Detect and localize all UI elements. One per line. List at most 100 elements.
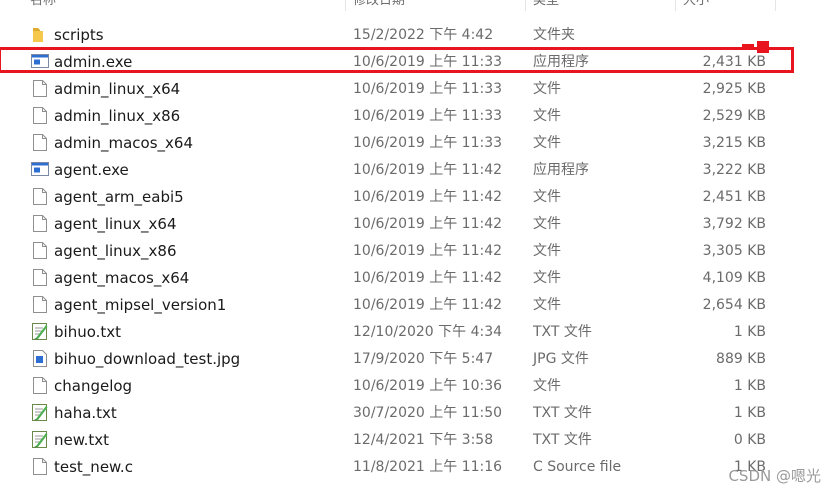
file-type: 文件 <box>533 270 561 286</box>
file-row[interactable]: haha.txt 30/7/2020 上午 11:50 TXT 文件 1 KB <box>0 399 837 426</box>
column-divider[interactable] <box>675 0 676 11</box>
file-modified-date: 10/6/2019 上午 11:33 <box>353 135 503 151</box>
file-name: test_new.c <box>54 458 133 476</box>
file-size: 1 KB <box>733 405 766 421</box>
file-modified-date: 12/4/2021 下午 3:58 <box>353 432 494 448</box>
file-type: 文件 <box>533 216 561 232</box>
file-size: 0 KB <box>733 432 766 448</box>
file-type: 应用程序 <box>533 162 589 178</box>
file-row[interactable]: admin_macos_x64 10/6/2019 上午 11:33 文件 3,215… <box>0 129 837 156</box>
text-file-icon <box>31 403 49 422</box>
column-header-size[interactable]: 大小 <box>683 0 709 8</box>
file-row[interactable]: test_new.c 11/8/2021 上午 11:16 C Source fil… <box>0 453 837 480</box>
file-icon <box>31 214 49 233</box>
file-modified-date: 17/9/2020 下午 5:47 <box>353 351 494 367</box>
file-name: bihuo_download_test.jpg <box>54 350 241 368</box>
file-row[interactable]: admin_linux_x64 10/6/2019 上午 11:33 文件 2,925… <box>0 75 837 102</box>
application-icon <box>31 160 49 179</box>
file-icon <box>31 187 49 206</box>
image-file-icon <box>31 349 49 368</box>
file-modified-date: 10/6/2019 上午 11:33 <box>353 81 503 97</box>
column-divider[interactable] <box>345 0 346 11</box>
file-name: bihuo.txt <box>54 323 122 341</box>
file-size: 1 KB <box>733 378 766 394</box>
folder-icon <box>31 25 49 44</box>
file-row[interactable]: admin_linux_x86 10/6/2019 上午 11:33 文件 2,529… <box>0 102 837 129</box>
file-row[interactable]: agent.exe 10/6/2019 上午 11:42 应用程序 3,222 KB <box>0 156 837 183</box>
file-size: 2,529 KB <box>702 108 766 124</box>
file-icon <box>31 106 49 125</box>
file-size: 4,109 KB <box>702 270 766 286</box>
file-row[interactable]: new.txt 12/4/2021 下午 3:58 TXT 文件 0 KB <box>0 426 837 453</box>
file-row[interactable]: bihuo_download_test.jpg 17/9/2020 下午 5:47… <box>0 345 837 372</box>
file-type: 文件 <box>533 108 561 124</box>
file-name: agent_linux_x64 <box>54 215 177 233</box>
watermark: CSDN @嗯光 <box>728 467 821 485</box>
file-modified-date: 10/6/2019 上午 11:42 <box>353 162 503 178</box>
file-type: 文件 <box>533 243 561 259</box>
file-name: admin_linux_x86 <box>54 107 181 125</box>
highlight-annotation-box <box>0 47 794 73</box>
file-row[interactable]: agent_macos_x64 10/6/2019 上午 11:42 文件 4,109… <box>0 264 837 291</box>
file-modified-date: 10/6/2019 上午 11:42 <box>353 189 503 205</box>
file-type: 文件 <box>533 189 561 205</box>
text-file-icon <box>31 430 49 449</box>
file-type: TXT 文件 <box>533 324 592 340</box>
file-modified-date: 10/6/2019 上午 11:42 <box>353 270 503 286</box>
file-modified-date: 12/10/2020 下午 4:34 <box>353 324 503 340</box>
file-modified-date: 15/2/2022 下午 4:42 <box>353 27 494 43</box>
file-type: 文件 <box>533 135 561 151</box>
file-type: C Source file <box>533 459 622 475</box>
file-modified-date: 10/6/2019 上午 11:42 <box>353 243 503 259</box>
file-name: agent_mipsel_version1 <box>54 296 227 314</box>
column-header: 名称 修改日期 类型 大小 <box>0 0 837 12</box>
column-header-name[interactable]: 名称 <box>30 0 56 8</box>
file-type: 文件夹 <box>533 27 575 43</box>
text-file-icon <box>31 322 49 341</box>
file-size: 3,215 KB <box>702 135 766 151</box>
file-modified-date: 11/8/2021 上午 11:16 <box>353 459 503 475</box>
column-header-date[interactable]: 修改日期 <box>353 0 405 8</box>
file-list: scripts 15/2/2022 下午 4:42 文件夹 admin.exe 10/6… <box>0 21 837 480</box>
file-size: 3,792 KB <box>702 216 766 232</box>
file-modified-date: 30/7/2020 上午 11:50 <box>353 405 503 421</box>
file-size: 1 KB <box>733 324 766 340</box>
column-divider[interactable] <box>775 0 776 11</box>
file-modified-date: 10/6/2019 上午 11:33 <box>353 108 503 124</box>
file-row[interactable]: changelog 10/6/2019 上午 10:36 文件 1 KB <box>0 372 837 399</box>
file-row[interactable]: agent_linux_x64 10/6/2019 上午 11:42 文件 3,792… <box>0 210 837 237</box>
file-icon <box>31 241 49 260</box>
file-name: admin_linux_x64 <box>54 80 181 98</box>
file-row[interactable]: scripts 15/2/2022 下午 4:42 文件夹 <box>0 21 837 48</box>
file-icon <box>31 268 49 287</box>
file-modified-date: 10/6/2019 上午 11:42 <box>353 216 503 232</box>
file-name: agent.exe <box>54 161 129 179</box>
file-icon <box>31 295 49 314</box>
file-name: admin_macos_x64 <box>54 134 194 152</box>
file-size: 2,451 KB <box>702 189 766 205</box>
file-icon <box>31 376 49 395</box>
file-name: agent_arm_eabi5 <box>54 188 184 206</box>
file-icon <box>31 457 49 476</box>
file-row[interactable]: agent_arm_eabi5 10/6/2019 上午 11:42 文件 2,451… <box>0 183 837 210</box>
file-name: agent_linux_x86 <box>54 242 177 260</box>
file-icon <box>31 79 49 98</box>
file-row[interactable]: agent_linux_x86 10/6/2019 上午 11:42 文件 3,305… <box>0 237 837 264</box>
file-type: 文件 <box>533 81 561 97</box>
annotation-marker <box>742 44 754 47</box>
file-name: haha.txt <box>54 404 117 422</box>
file-name: scripts <box>54 26 104 44</box>
column-header-type[interactable]: 类型 <box>533 0 559 8</box>
column-divider[interactable] <box>525 0 526 11</box>
file-type: JPG 文件 <box>533 351 589 367</box>
file-icon <box>31 133 49 152</box>
file-type: 文件 <box>533 297 561 313</box>
annotation-marker <box>757 41 769 53</box>
file-row[interactable]: agent_mipsel_version1 10/6/2019 上午 11:42 文… <box>0 291 837 318</box>
file-row[interactable]: bihuo.txt 12/10/2020 下午 4:34 TXT 文件 1 KB <box>0 318 837 345</box>
file-name: new.txt <box>54 431 110 449</box>
file-size: 3,222 KB <box>702 162 766 178</box>
file-modified-date: 10/6/2019 上午 10:36 <box>353 378 503 394</box>
file-size: 2,654 KB <box>702 297 766 313</box>
file-size: 889 KB <box>716 351 766 367</box>
